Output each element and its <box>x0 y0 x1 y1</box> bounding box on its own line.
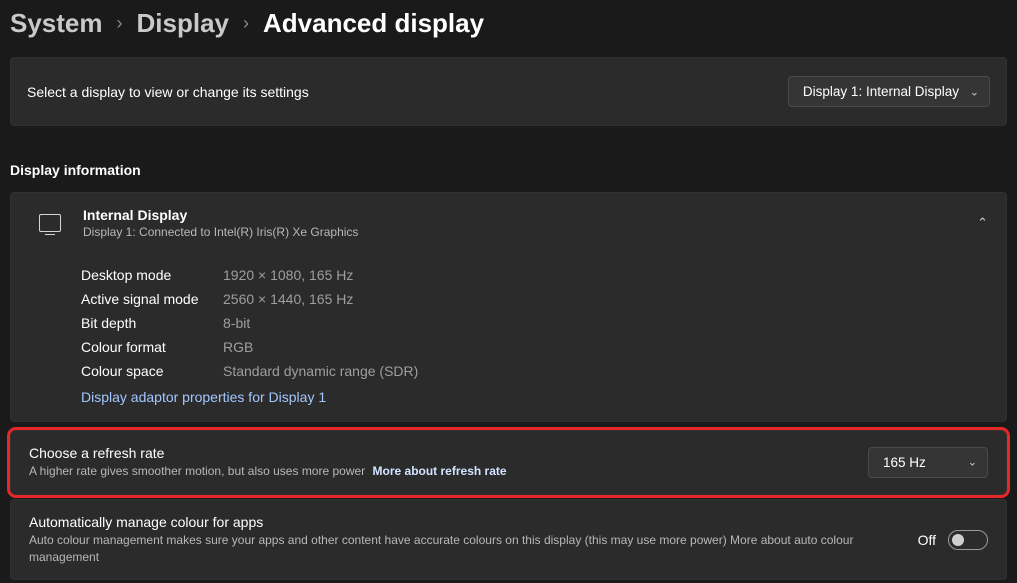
display-info-panel-header[interactable]: Internal Display Display 1: Connected to… <box>11 193 1006 253</box>
detail-label: Bit depth <box>81 315 223 331</box>
more-about-refresh-rate-link[interactable]: More about refresh rate <box>373 464 507 478</box>
detail-value: 1920 × 1080, 165 Hz <box>223 267 353 283</box>
detail-row: Active signal mode 2560 × 1440, 165 Hz <box>81 287 988 311</box>
auto-colour-toggle-group: Off <box>918 530 988 550</box>
display-info-panel: Internal Display Display 1: Connected to… <box>10 192 1007 422</box>
auto-colour-toggle[interactable] <box>948 530 988 550</box>
detail-row: Desktop mode 1920 × 1080, 165 Hz <box>81 263 988 287</box>
auto-colour-title: Automatically manage colour for apps <box>29 514 859 530</box>
display-details: Desktop mode 1920 × 1080, 165 Hz Active … <box>11 253 1006 421</box>
breadcrumb-system[interactable]: System <box>10 8 103 39</box>
display-selector-dropdown[interactable]: Display 1: Internal Display ⌄ <box>788 76 990 107</box>
detail-label: Desktop mode <box>81 267 223 283</box>
toggle-knob <box>952 534 964 546</box>
display-selector-card: Select a display to view or change its s… <box>10 57 1007 126</box>
breadcrumb-display[interactable]: Display <box>137 8 230 39</box>
detail-value: Standard dynamic range (SDR) <box>223 363 418 379</box>
monitor-icon <box>39 214 61 232</box>
display-connection: Display 1: Connected to Intel(R) Iris(R)… <box>83 225 358 239</box>
refresh-rate-subtitle: A higher rate gives smoother motion, but… <box>29 463 507 480</box>
refresh-rate-sub-text: A higher rate gives smoother motion, but… <box>29 464 365 478</box>
display-name: Internal Display <box>83 207 358 223</box>
detail-value: RGB <box>223 339 253 355</box>
breadcrumb-advanced-display: Advanced display <box>263 8 484 39</box>
auto-colour-subtitle: Auto colour management makes sure your a… <box>29 532 859 566</box>
breadcrumb: System › Display › Advanced display <box>0 0 1017 57</box>
refresh-rate-card: Choose a refresh rate A higher rate give… <box>10 430 1007 495</box>
adaptor-properties-link[interactable]: Display adaptor properties for Display 1 <box>81 383 988 405</box>
detail-label: Active signal mode <box>81 291 223 307</box>
detail-row: Colour format RGB <box>81 335 988 359</box>
display-information-header: Display information <box>10 162 1007 178</box>
refresh-rate-title: Choose a refresh rate <box>29 445 507 461</box>
detail-label: Colour space <box>81 363 223 379</box>
chevron-down-icon: ⌄ <box>970 85 979 98</box>
detail-label: Colour format <box>81 339 223 355</box>
chevron-right-icon: › <box>117 13 123 34</box>
chevron-right-icon: › <box>243 13 249 34</box>
detail-value: 2560 × 1440, 165 Hz <box>223 291 353 307</box>
auto-colour-card: Automatically manage colour for apps Aut… <box>10 499 1007 581</box>
refresh-rate-dropdown[interactable]: 165 Hz ⌄ <box>868 447 988 478</box>
detail-row: Bit depth 8-bit <box>81 311 988 335</box>
chevron-up-icon: ⌃ <box>977 215 988 231</box>
detail-value: 8-bit <box>223 315 250 331</box>
display-selector-value: Display 1: Internal Display <box>803 84 959 99</box>
refresh-rate-value: 165 Hz <box>883 455 926 470</box>
detail-row: Colour space Standard dynamic range (SDR… <box>81 359 988 383</box>
toggle-state-label: Off <box>918 532 936 548</box>
chevron-down-icon: ⌄ <box>968 456 977 469</box>
display-selector-label: Select a display to view or change its s… <box>27 84 309 100</box>
